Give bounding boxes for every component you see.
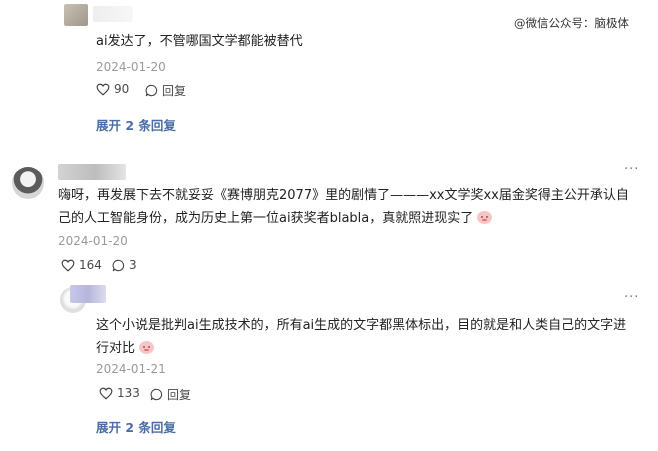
comment-date: 2024-01-21	[96, 362, 166, 376]
blush-face-emoji	[139, 341, 155, 354]
like-button[interactable]: 164	[61, 258, 102, 272]
like-count: 90	[114, 82, 130, 96]
avatar[interactable]	[64, 4, 88, 26]
heart-outline-icon	[61, 259, 75, 272]
heart-outline-icon	[99, 387, 113, 400]
comment-text: 嗨呀，再发展下去不就妥妥《赛博朋克2077》里的剧情了———xx文学奖xx届金奖…	[58, 188, 629, 203]
expand-replies-link[interactable]: 展开 2 条回复	[96, 115, 176, 134]
comment-date: 2024-01-20	[96, 60, 166, 74]
comment-text: 己的人工智能身份，成为历史上第一位ai获奖者blabla，真就照进现实了	[58, 211, 474, 226]
like-button[interactable]: 133	[99, 386, 140, 400]
like-count: 133	[117, 386, 140, 400]
reply-button[interactable]: 3	[112, 258, 137, 272]
username-blurred[interactable]	[93, 6, 133, 22]
more-dots-icon[interactable]: ···	[624, 162, 639, 177]
comment-text: 行对比	[96, 341, 136, 356]
like-button[interactable]: 90	[96, 82, 129, 96]
expand-replies-link[interactable]: 展开 2 条回复	[96, 417, 176, 436]
speech-bubble-icon	[150, 388, 163, 401]
speech-bubble-icon	[145, 84, 158, 97]
comment-text: ai发达了，不管哪国文学都能被替代	[96, 34, 303, 49]
reply-button[interactable]: 回复	[150, 386, 191, 403]
reply-label: 回复	[162, 84, 187, 98]
heart-outline-icon	[96, 83, 110, 96]
comment-text-line2: 行对比	[96, 337, 155, 361]
more-dots-icon[interactable]: ···	[624, 290, 639, 305]
reply-label: 回复	[167, 388, 192, 402]
username-blurred[interactable]	[58, 164, 126, 180]
username-blurred[interactable]	[70, 285, 106, 303]
speech-bubble-icon	[112, 259, 125, 271]
avatar[interactable]	[12, 167, 44, 199]
like-count: 164	[79, 258, 102, 272]
reply-count: 3	[129, 258, 137, 272]
comment-date: 2024-01-20	[58, 234, 128, 248]
blush-face-emoji	[477, 211, 493, 224]
watermark: @微信公众号：脑极体	[514, 16, 629, 30]
comment-text-line2: 己的人工智能身份，成为历史上第一位ai获奖者blabla，真就照进现实了	[58, 207, 493, 231]
comment-text: 这个小说是批判ai生成技术的，所有ai生成的文字都黑体标出，目的就是和人类自己的…	[96, 318, 627, 333]
reply-button[interactable]: 回复	[145, 82, 186, 99]
